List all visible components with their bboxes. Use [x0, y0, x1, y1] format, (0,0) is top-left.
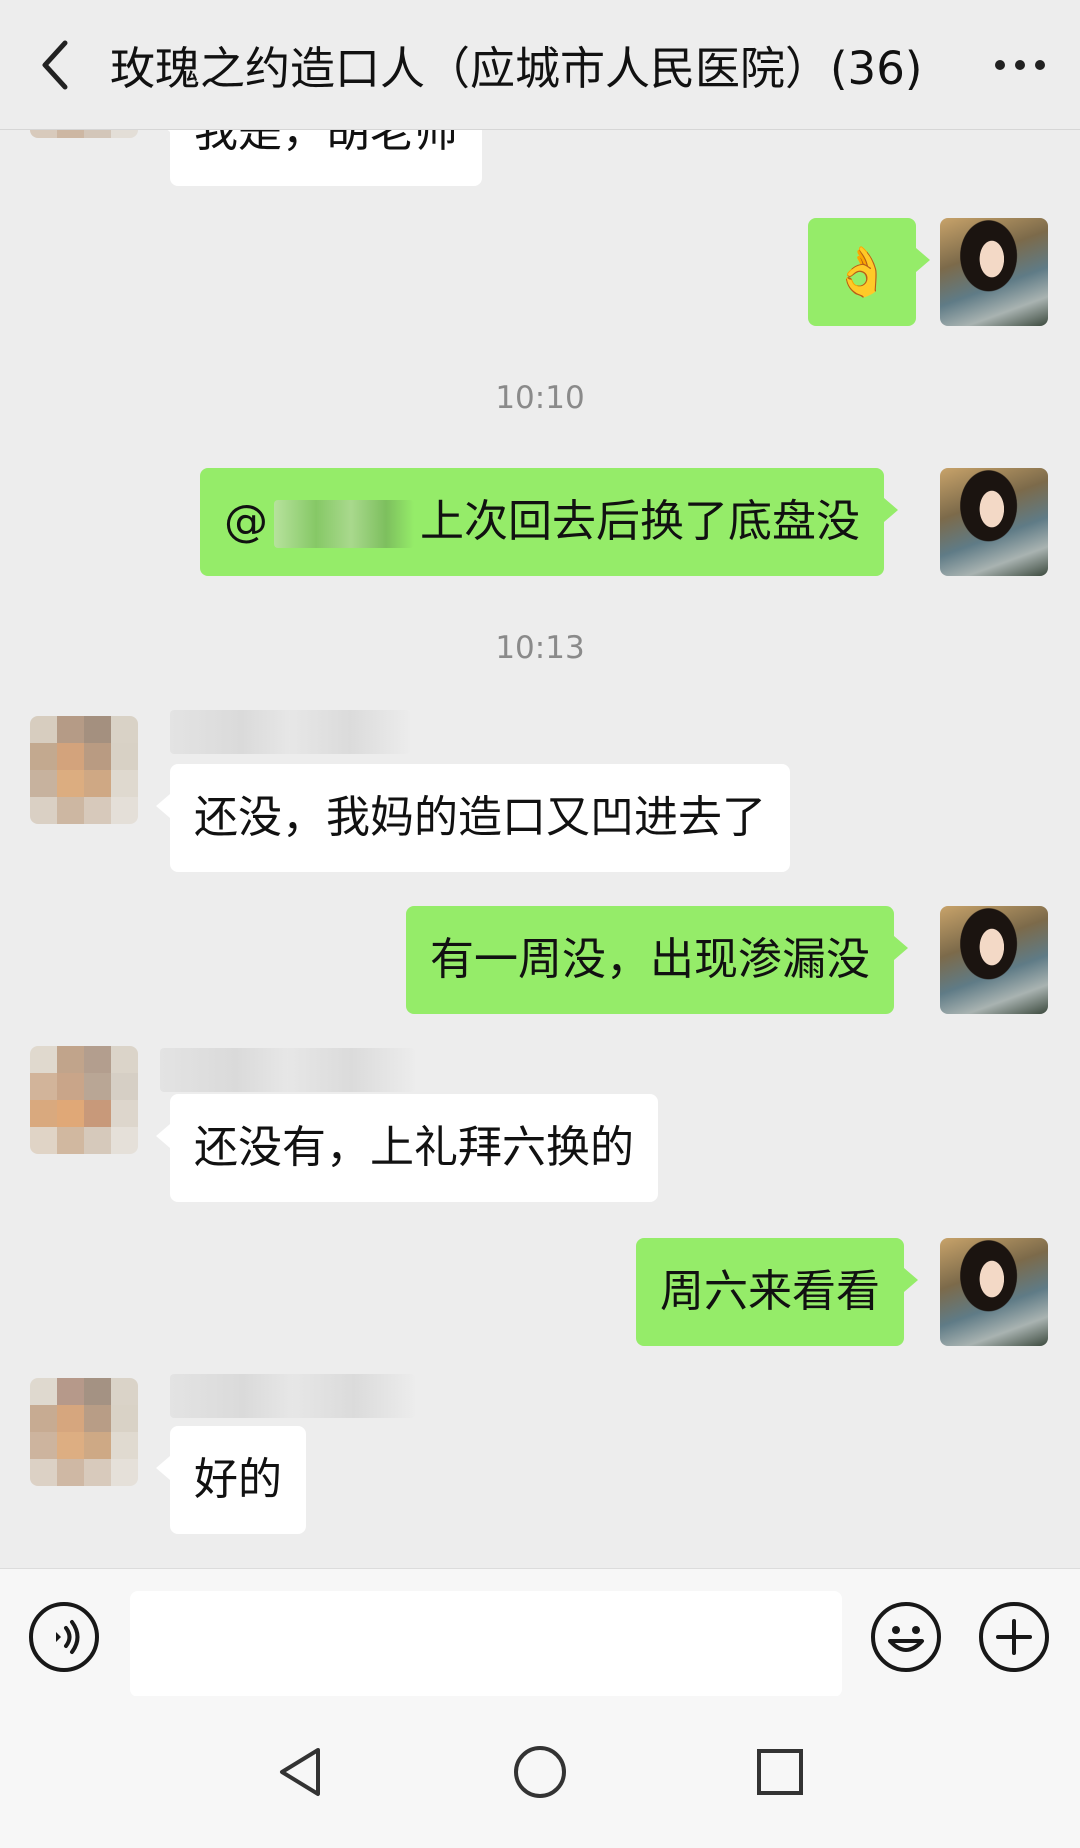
emoji-icon	[871, 1602, 941, 1672]
message-bubble-outgoing[interactable]: 周六来看看	[636, 1238, 918, 1346]
more-icon	[995, 59, 1045, 70]
self-avatar[interactable]	[940, 218, 1048, 326]
chat-header: 玫瑰之约造口人（应城市人民医院）(36)	[0, 0, 1080, 130]
sender-avatar[interactable]	[30, 716, 138, 824]
voice-button[interactable]	[28, 1601, 100, 1673]
message-bubble-incoming[interactable]: 还没，我妈的造口又凹进去了	[156, 764, 790, 872]
sender-name-redacted	[170, 1374, 415, 1418]
back-icon	[42, 40, 68, 89]
message-text: 上次回去后换了底盘没	[420, 496, 860, 547]
emoji-button[interactable]	[870, 1601, 942, 1673]
message-bubble-incoming[interactable]: 我是，胡老师	[156, 130, 482, 186]
system-nav-bar	[0, 1696, 1080, 1848]
timestamp: 10:10	[495, 380, 585, 416]
sender-name-redacted	[160, 1048, 415, 1092]
self-avatar[interactable]	[940, 468, 1048, 576]
chat-title: 玫瑰之约造口人（应城市人民医院）(36)	[110, 42, 923, 95]
message-bubble-outgoing[interactable]: @ 上次回去后换了底盘没	[200, 468, 898, 576]
sender-name-redacted	[170, 710, 410, 754]
message-input[interactable]	[130, 1591, 842, 1697]
nav-home-icon	[514, 1746, 566, 1798]
input-bar	[0, 1568, 1080, 1697]
message-bubble-incoming[interactable]: 好的	[156, 1426, 306, 1534]
sender-avatar[interactable]	[30, 1046, 138, 1154]
sender-avatar[interactable]	[30, 1378, 138, 1486]
voice-icon	[29, 1602, 99, 1672]
message-bubble-outgoing[interactable]: 有一周没，出现渗漏没	[406, 906, 908, 1014]
self-avatar[interactable]	[940, 1238, 1048, 1346]
mention-name-redacted	[274, 500, 414, 548]
plus-icon	[979, 1602, 1049, 1672]
nav-recents-button[interactable]	[750, 1742, 810, 1802]
plus-button[interactable]	[978, 1601, 1050, 1673]
timestamp: 10:13	[495, 630, 585, 666]
self-avatar[interactable]	[940, 906, 1048, 1014]
message-bubble-outgoing[interactable]: 👌	[808, 218, 930, 326]
nav-back-icon	[280, 1748, 320, 1796]
more-button[interactable]	[960, 0, 1080, 130]
nav-recents-icon	[757, 1749, 803, 1795]
ok-hand-emoji: 👌	[832, 244, 892, 300]
message-bubble-incoming[interactable]: 还没有，上礼拜六换的	[156, 1094, 658, 1202]
nav-home-button[interactable]	[510, 1742, 570, 1802]
sender-avatar[interactable]	[30, 130, 138, 138]
mention-symbol: @	[224, 496, 268, 547]
chat-messages[interactable]: 我是，胡老师 👌 10:10 @ 上次回去后换了底盘没 10:13 还没，我妈的造…	[0, 130, 1080, 1568]
back-button[interactable]	[0, 0, 110, 130]
nav-back-button[interactable]	[270, 1742, 330, 1802]
